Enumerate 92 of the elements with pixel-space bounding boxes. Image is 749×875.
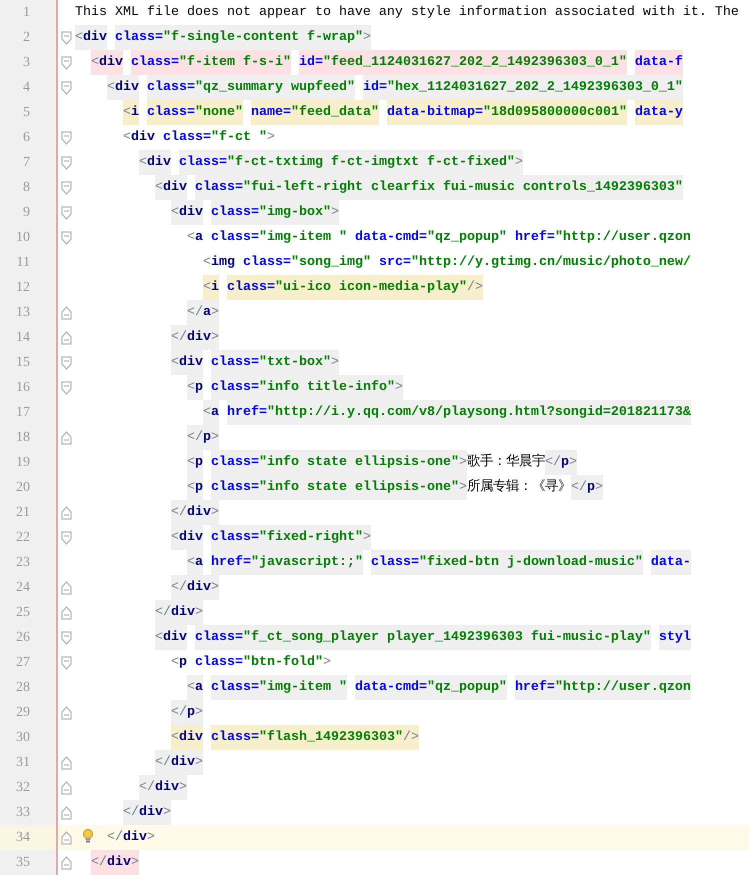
lightbulb-icon[interactable] [83, 829, 93, 844]
line-number: 16 [0, 375, 56, 400]
line-number: 18 [0, 425, 56, 450]
fold-end-icon[interactable] [61, 306, 72, 320]
code-line: </div> [75, 575, 749, 600]
line-number: 14 [0, 325, 56, 350]
fold-end-icon[interactable] [61, 330, 72, 344]
line-number: 33 [0, 800, 56, 825]
line-number: 26 [0, 625, 56, 650]
code-line: <img class="song_img" src="http://y.gtimg.cn/music/photo_new/ [202, 254, 692, 272]
line-number: 19 [0, 450, 56, 475]
fold-start-icon[interactable] [61, 380, 72, 394]
fold-start-icon[interactable] [61, 156, 72, 170]
fold-start-icon[interactable] [61, 206, 72, 220]
fold-start-icon[interactable] [61, 56, 72, 70]
fold-start-icon[interactable] [61, 80, 72, 94]
code-line: </a> [75, 300, 749, 325]
code-line: <p class="info state ellipsis-one">歌手：华晨宇</p> [75, 450, 749, 475]
line-number: 30 [0, 725, 56, 750]
line-number: 7 [0, 150, 56, 175]
code-line: <div class="img-box"> [75, 200, 749, 225]
fold-end-icon[interactable] [61, 806, 72, 820]
code-line: </p> [75, 425, 749, 450]
line-number: 21 [0, 500, 56, 525]
fold-start-icon[interactable] [61, 230, 72, 244]
code-line: <div class="fixed-right"> [75, 525, 749, 550]
code-line: </div> [75, 775, 749, 800]
fold-start-icon[interactable] [61, 530, 72, 544]
line-number: 32 [0, 775, 56, 800]
line-number: 34 [0, 825, 56, 850]
code-line: </div> [75, 850, 749, 875]
fold-end-icon[interactable] [61, 506, 72, 520]
line-number: 17 [0, 400, 56, 425]
fold-start-icon[interactable] [61, 180, 72, 194]
line-number: 3 [0, 50, 56, 75]
line-number: 10 [0, 225, 56, 250]
fold-end-icon[interactable] [61, 780, 72, 794]
code-line: <i class="ui-ico icon-media-play"/> [75, 275, 749, 300]
line-number: 27 [0, 650, 56, 675]
code-line: </div> [75, 800, 749, 825]
code-line: <div class="f-item f-s-i" id="feed_1124031627_202_2_1492396303_0_1" data-f [75, 50, 749, 75]
code-line: </div> [75, 500, 749, 525]
code-line: <i class="none" name="feed_data" data-bitmap="18d095800000c001" data-y [75, 100, 749, 125]
code-line: <p class="info title-info"> [75, 375, 749, 400]
fold-start-icon[interactable] [61, 356, 72, 370]
line-number: 29 [0, 700, 56, 725]
line-number: 5 [0, 100, 56, 125]
code-line: </p> [75, 700, 749, 725]
line-number: 31 [0, 750, 56, 775]
line-number: 8 [0, 175, 56, 200]
line-number: 6 [0, 125, 56, 150]
code-line: <div class="f-ct-txtimg f-ct-imgtxt f-ct-fixed"> [75, 150, 749, 175]
line-number: 9 [0, 200, 56, 225]
line-number: 12 [0, 275, 56, 300]
line-number: 22 [0, 525, 56, 550]
fold-end-icon[interactable] [61, 856, 72, 870]
code-line: <div class="flash_1492396303"/> [75, 725, 749, 750]
line-number: 25 [0, 600, 56, 625]
line-number: 13 [0, 300, 56, 325]
fold-start-icon[interactable] [61, 30, 72, 44]
line-number: 35 [0, 850, 56, 875]
fold-end-icon[interactable] [61, 830, 72, 844]
line-number: 2 [0, 25, 56, 50]
code-line: This XML file does not appear to have any style information associated with it. The [75, 4, 740, 22]
code-line: <div class="f-single-content f-wrap"> [75, 25, 749, 50]
fold-end-icon[interactable] [61, 606, 72, 620]
fold-end-icon[interactable] [61, 580, 72, 594]
line-number: 23 [0, 550, 56, 575]
line-number: 11 [0, 250, 56, 275]
line-number: 15 [0, 350, 56, 375]
line-number: 1 [0, 0, 56, 25]
line-number: 4 [0, 75, 56, 100]
code-line: </div> [75, 750, 749, 775]
line-number: 28 [0, 675, 56, 700]
code-line: </div> [75, 325, 749, 350]
code-line: <a class="img-item " data-cmd="qz_popup" href="http://user.qzon [75, 675, 749, 700]
line-number: 24 [0, 575, 56, 600]
fold-start-icon[interactable] [61, 630, 72, 644]
code-line: <a href="javascript:;" class="fixed-btn j-download-music" data- [75, 550, 749, 575]
line-number: 20 [0, 475, 56, 500]
fold-end-icon[interactable] [61, 430, 72, 444]
fold-end-icon[interactable] [61, 756, 72, 770]
fold-start-icon[interactable] [61, 130, 72, 144]
fold-end-icon[interactable] [61, 706, 72, 720]
code-line: <p class="btn-fold"> [170, 654, 332, 672]
code-line: <div class="f-ct "> [122, 129, 276, 147]
code-line: </div> [75, 600, 749, 625]
fold-start-icon[interactable] [61, 656, 72, 670]
code-line: <a class="img-item " data-cmd="qz_popup" href="http://user.qzon [186, 229, 692, 247]
code-line: <div class="txt-box"> [75, 350, 749, 375]
code-line: <div class="qz_summary wupfeed" id="hex_1124031627_202_2_1492396303_0_1" [75, 75, 749, 100]
code-line: <p class="info state ellipsis-one">所属专辑：《寻》</p> [75, 475, 749, 500]
